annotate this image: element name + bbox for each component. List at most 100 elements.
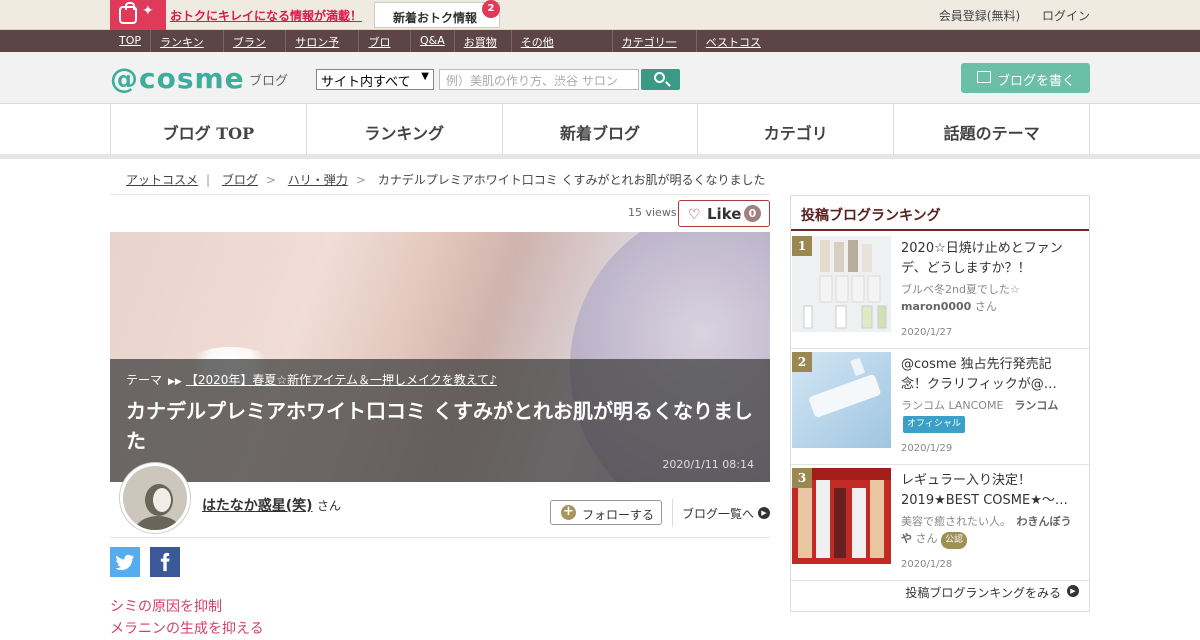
theme-line: テーマ ▶▶ 【2020年】春夏☆新作アイテム＆一押しメイクを教えて♪ <box>126 371 497 388</box>
nav-qa[interactable]: Q&A <box>409 30 454 52</box>
twitter-share-button[interactable] <box>110 547 140 577</box>
author-name[interactable]: ランコム <box>1014 399 1058 412</box>
search-button[interactable] <box>641 69 680 90</box>
body-line: シミの原因を抑制 <box>110 599 222 615</box>
article-hero: テーマ ▶▶ 【2020年】春夏☆新作アイテム＆一押しメイクを教えて♪ カナデルプレ… <box>110 232 770 482</box>
breadcrumb-atcosme[interactable]: アットコスメ <box>126 173 198 187</box>
account-links: 会員登録(無料) ログイン <box>921 7 1090 24</box>
article-date: 2020/1/11 08:14 <box>662 458 754 471</box>
author-blog-name: 美容で癒されたい人。 <box>901 515 1006 528</box>
search-input[interactable]: 例）美肌の作り方、渋谷 サロン <box>439 69 639 90</box>
double-arrow-icon: ▶▶ <box>168 377 182 387</box>
follow-label: フォローする <box>582 508 655 522</box>
rank-number: 1 <box>792 236 812 256</box>
search-icon <box>654 72 665 83</box>
ranking-date: 2020/1/27 <box>901 327 953 338</box>
tab-category[interactable]: カテゴリ <box>698 104 895 154</box>
author-name[interactable]: はたなか惑星(笑) <box>202 498 313 514</box>
avatar[interactable] <box>120 463 190 533</box>
theme-label: テーマ <box>126 373 163 387</box>
search-scope-select[interactable]: サイト内すべて ▼ <box>316 69 434 90</box>
facebook-icon <box>160 552 170 572</box>
nav-brand[interactable]: ブランド <box>222 30 285 65</box>
write-blog-button[interactable]: ブログを書く <box>961 63 1090 93</box>
site-header: @cosme ブログ サイト内すべて ▼ 例）美肌の作り方、渋谷 サロン ブログ… <box>0 52 1200 104</box>
ranking-item[interactable]: 2 @cosme 独占先行発売記念！クラリフィックが@… ランコム LANCOM… <box>791 349 1089 465</box>
nav-category-list[interactable]: カテゴリ一覧 <box>611 30 696 65</box>
nav-other[interactable]: その他▾ <box>510 30 568 63</box>
dropdown-arrow-icon: ▼ <box>421 71 429 82</box>
ranking-author: ランコム LANCOME ランコムオフィシャル <box>901 397 1079 433</box>
sidebar-title: 投稿ブログランキング <box>791 196 1089 231</box>
blog-nav: ブログ TOP ランキング 新着ブログ カテゴリ 話題のテーマ <box>0 104 1200 159</box>
new-deals-button[interactable]: 新着おトク情報 2 <box>374 0 500 28</box>
nav-best-cosme[interactable]: ベストコスメ <box>695 30 780 65</box>
rank-number: 3 <box>792 468 812 488</box>
rank-number: 2 <box>792 352 812 372</box>
nav-shopping[interactable]: お買物▾ <box>453 30 511 63</box>
author-name[interactable]: maron0000 <box>901 300 971 313</box>
theme-link[interactable]: 【2020年】春夏☆新作アイテム＆一押しメイクを教えて♪ <box>186 373 497 387</box>
ranking-more-label: 投稿ブログランキングをみる <box>905 586 1061 600</box>
certified-badge: 公認 <box>941 532 968 549</box>
login-link[interactable]: ログイン <box>1042 9 1090 23</box>
logo-subtitle: ブログ <box>249 74 289 89</box>
arrow-right-icon: ▶ <box>1067 585 1079 597</box>
ranking-sidebar: 投稿ブログランキング 1 2020☆日焼け止めとファンデ、どうしますか？！ ブル… <box>790 195 1090 612</box>
tab-blog-top[interactable]: ブログ TOP <box>111 104 307 154</box>
breadcrumb: アットコスメ | ブログ > ハリ・弾力 > カナデルプレミアホワイト口コミ くすみが… <box>110 165 770 195</box>
author-blog-name: ブルベ冬2nd夏でした☆ <box>901 283 1020 296</box>
blog-list-link[interactable]: ブログ一覧へ ▶ <box>672 499 770 527</box>
breadcrumb-category[interactable]: ハリ・弾力 <box>288 173 348 187</box>
tab-topics[interactable]: 話題のテーマ <box>894 104 1090 154</box>
ranking-title[interactable]: @cosme 独占先行発売記念！クラリフィックが@… <box>901 355 1077 395</box>
global-nav: TOP ランキング ブランド サロン予約 ブログ Q&A お買物▾ その他▾ カ… <box>0 30 1200 65</box>
new-deals-label: 新着おトク情報 <box>393 11 478 25</box>
article-title: カナデルプレミアホワイト口コミ くすみがとれお肌が明るくなりました <box>126 399 753 453</box>
author-suffix: さん <box>974 300 997 313</box>
nav-salon[interactable]: サロン予約 <box>285 30 358 65</box>
register-link[interactable]: 会員登録(無料) <box>939 9 1020 23</box>
official-badge: オフィシャル <box>903 416 965 433</box>
nav-blog[interactable]: ブログ <box>358 30 410 65</box>
arrow-right-icon: ▶ <box>758 507 770 519</box>
ranking-item[interactable]: 3 レギュラー入り決定！2019★BEST COSME★～… 美容で癒されたい人… <box>791 465 1089 581</box>
like-label: Like <box>707 205 742 223</box>
new-deals-count: 2 <box>482 0 500 18</box>
shopping-bag-icon[interactable]: ✦ <box>110 0 166 30</box>
search-scope-value: サイト内すべて <box>321 75 411 90</box>
promo-bar: ✦ おトクにキレイになる情報が満載！ 新着おトク情報 2 会員登録(無料) ログ… <box>0 0 1200 30</box>
nav-ranking[interactable]: ランキング <box>150 30 223 65</box>
author-blog-name: ランコム LANCOME <box>901 399 1004 412</box>
view-count: 15 views <box>628 206 677 219</box>
ranking-author: ブルベ冬2nd夏でした☆ maron0000 さん <box>901 281 1079 315</box>
article-body: シミの原因を抑制 メラニンの生成を抑える <box>110 596 264 640</box>
promo-link[interactable]: おトクにキレイになる情報が満載！ <box>170 7 362 24</box>
follow-button[interactable]: + フォローする <box>550 500 662 525</box>
facebook-share-button[interactable] <box>150 547 180 577</box>
breadcrumb-current: カナデルプレミアホワイト口コミ くすみがとれお肌が明るくなりました <box>377 173 766 187</box>
like-count: 0 <box>744 205 761 222</box>
body-line: メラニンの生成を抑える <box>110 621 264 637</box>
write-blog-label: ブログを書く <box>997 74 1076 89</box>
cosme-logo[interactable]: @cosme <box>110 62 245 95</box>
blog-list-label: ブログ一覧へ <box>682 507 755 521</box>
twitter-icon <box>115 554 135 571</box>
ranking-item[interactable]: 1 2020☆日焼け止めとファンデ、どうしますか？！ ブルベ冬2nd夏でした☆ … <box>791 233 1089 349</box>
heart-icon: ♡ <box>688 207 701 223</box>
ranking-title[interactable]: 2020☆日焼け止めとファンデ、どうしますか？！ <box>901 239 1077 279</box>
tab-ranking[interactable]: ランキング <box>307 104 503 154</box>
ranking-title[interactable]: レギュラー入り決定！2019★BEST COSME★～… <box>901 471 1077 511</box>
ranking-author: 美容で癒されたい人。 わきんぼうや さん 公認 <box>901 513 1079 549</box>
ranking-date: 2020/1/29 <box>901 443 953 454</box>
ranking-date: 2020/1/28 <box>901 559 953 570</box>
ranking-more-link[interactable]: 投稿ブログランキングをみる ▶ <box>905 584 1079 601</box>
author-info: はたなか惑星(笑) さん <box>202 495 341 515</box>
like-button[interactable]: ♡ Like 0 <box>678 200 770 227</box>
breadcrumb-blog[interactable]: ブログ <box>222 173 258 187</box>
plus-icon: + <box>561 505 576 520</box>
edit-icon <box>977 71 991 83</box>
tab-new-blogs[interactable]: 新着ブログ <box>503 104 699 154</box>
nav-top[interactable]: TOP <box>110 30 150 52</box>
author-suffix: さん <box>915 532 938 545</box>
